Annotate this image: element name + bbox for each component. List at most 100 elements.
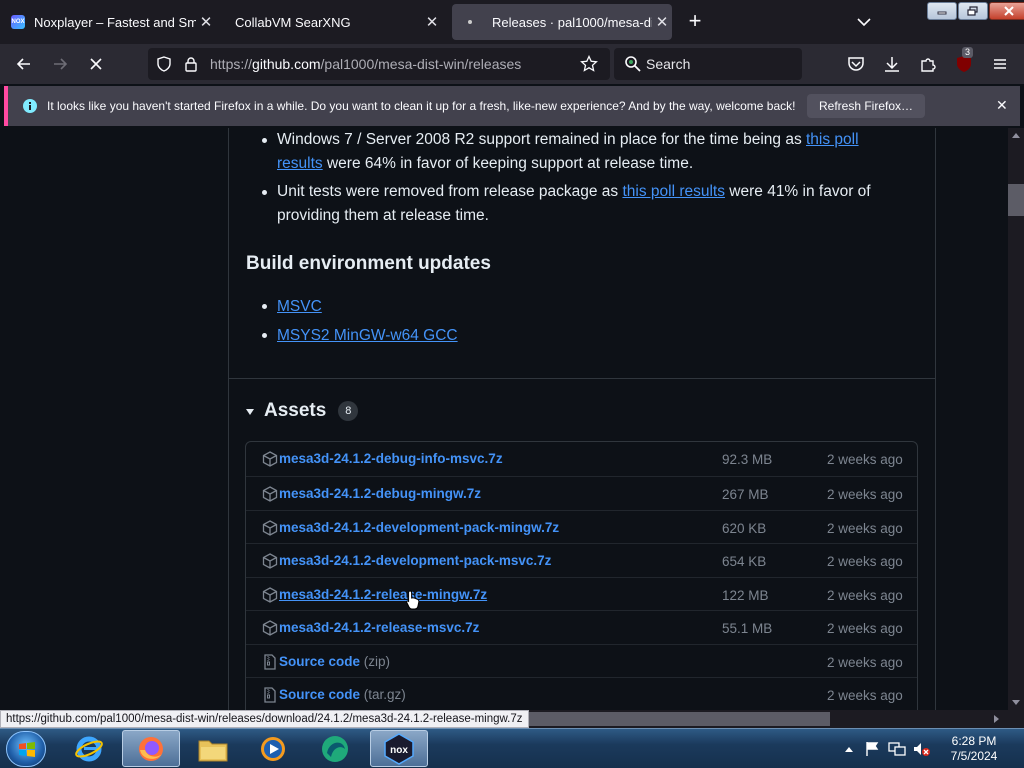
hand-pointer-cursor-icon <box>406 590 420 610</box>
downloads-button[interactable] <box>880 52 904 76</box>
assets-toggle[interactable]: Assets 8 <box>244 400 359 422</box>
pocket-button[interactable] <box>844 52 868 76</box>
network-icon[interactable] <box>888 741 906 757</box>
scrollbar-thumb[interactable] <box>1008 184 1024 216</box>
forward-button[interactable] <box>48 52 72 76</box>
package-icon <box>262 486 278 502</box>
divider <box>228 378 936 379</box>
close-icon <box>1004 6 1014 16</box>
new-tab-button[interactable]: + <box>684 10 706 32</box>
tab-title: Releases · pal1000/mesa-dist-w <box>492 14 652 30</box>
shield-icon[interactable] <box>156 56 172 72</box>
asset-date: 2 weeks ago <box>827 588 903 603</box>
app-menu-button[interactable] <box>988 52 1012 76</box>
table-row: mesa3d-24.1.2-development-pack-msvc.7z 6… <box>246 543 917 577</box>
tab-noxplayer[interactable]: NOX Noxplayer – Fastest and Smooth ✕ <box>0 4 216 40</box>
asset-date: 2 weeks ago <box>827 452 903 467</box>
close-tab-icon[interactable]: ✕ <box>652 13 672 31</box>
info-icon <box>23 99 37 113</box>
poll-results-link[interactable]: this poll results <box>622 183 725 200</box>
refresh-firefox-notification: It looks like you haven't started Firefo… <box>4 86 1020 126</box>
download-icon <box>885 57 899 72</box>
package-icon <box>262 620 278 636</box>
back-button[interactable] <box>12 52 36 76</box>
asset-date: 2 weeks ago <box>827 554 903 569</box>
search-label: Search <box>646 56 691 72</box>
search-bar[interactable]: Search <box>614 48 802 80</box>
list-item: Unit tests were removed from release pac… <box>260 180 900 228</box>
asset-size: 55.1 MB <box>722 621 773 636</box>
action-center-flag-icon[interactable] <box>864 741 880 757</box>
tab-releases[interactable]: Releases · pal1000/mesa-dist-w ✕ <box>452 4 672 40</box>
asset-link-format: (tar.gz) <box>360 687 406 702</box>
url-path: /pal1000/mesa-dist-win/releases <box>320 56 522 72</box>
list-item: MSVC <box>260 292 458 321</box>
table-row: mesa3d-24.1.2-release-msvc.7z 55.1 MB 2 … <box>246 610 917 644</box>
asset-link[interactable]: mesa3d-24.1.2-release-msvc.7z <box>279 620 479 635</box>
asset-link[interactable]: mesa3d-24.1.2-debug-info-msvc.7z <box>279 451 503 466</box>
loading-dot-icon <box>462 14 478 30</box>
navigation-toolbar: https://github.com/pal1000/mesa-dist-win… <box>0 44 1024 84</box>
windows-logo-icon <box>19 742 35 757</box>
tab-strip: NOX Noxplayer – Fastest and Smooth ✕ Col… <box>0 0 1024 44</box>
scroll-right-icon[interactable] <box>994 715 1000 723</box>
table-row: mesa3d-24.1.2-debug-mingw.7z 267 MB 2 we… <box>246 476 917 510</box>
refresh-firefox-button[interactable]: Refresh Firefox… <box>807 94 926 118</box>
close-tab-icon[interactable]: ✕ <box>422 13 442 31</box>
extensions-button[interactable] <box>916 52 940 76</box>
list-all-tabs-button[interactable] <box>854 12 874 32</box>
asset-link[interactable]: mesa3d-24.1.2-release-mingw.7z <box>279 587 487 602</box>
scroll-up-icon[interactable] <box>1012 132 1020 138</box>
url-text[interactable]: https://github.com/pal1000/mesa-dist-win… <box>210 56 521 72</box>
nox-icon[interactable]: nox <box>370 730 428 767</box>
minimize-button[interactable] <box>927 2 957 20</box>
msys2-link[interactable]: MSYS2 MinGW-w64 GCC <box>277 327 458 344</box>
build-environment-list: MSVC MSYS2 MinGW-w64 GCC <box>260 292 458 350</box>
table-row: mesa3d-24.1.2-debug-info-msvc.7z 92.3 MB… <box>246 442 917 476</box>
note-text: were 64% in favor of keeping support at … <box>322 155 694 172</box>
close-notification-icon[interactable]: ✕ <box>996 97 1008 114</box>
volume-muted-icon[interactable] <box>912 741 932 757</box>
url-host: github.com <box>252 56 321 72</box>
msvc-link[interactable]: MSVC <box>277 298 322 315</box>
nox-icon: NOX <box>10 14 26 30</box>
file-explorer-icon[interactable] <box>184 730 242 767</box>
file-zip-icon <box>264 654 276 670</box>
table-row: mesa3d-24.1.2-development-pack-mingw.7z … <box>246 510 917 544</box>
extension-badge: 3 <box>962 47 974 58</box>
lock-icon[interactable] <box>184 56 198 72</box>
scroll-down-icon[interactable] <box>1012 700 1020 706</box>
table-row: Source code (tar.gz) 2 weeks ago <box>246 677 917 710</box>
bookmark-star-icon[interactable] <box>580 55 598 73</box>
collabvm-icon[interactable] <box>306 730 364 767</box>
internet-explorer-icon[interactable] <box>60 730 118 767</box>
firefox-icon[interactable] <box>122 730 180 767</box>
url-bar[interactable]: https://github.com/pal1000/mesa-dist-win… <box>148 48 610 80</box>
note-text: Unit tests were removed from release pac… <box>277 183 623 200</box>
vertical-scrollbar[interactable] <box>1008 128 1024 710</box>
asset-link[interactable]: mesa3d-24.1.2-development-pack-mingw.7z <box>279 520 559 535</box>
assets-title: Assets <box>264 400 327 421</box>
arrow-right-icon <box>54 58 68 70</box>
source-code-zip-link[interactable]: Source code (zip) <box>279 654 390 669</box>
tab-collabvm-searxng[interactable]: CollabVM SearXNG ✕ <box>226 4 442 40</box>
asset-link-label: Source code <box>279 654 361 669</box>
arrow-left-icon <box>16 58 30 70</box>
asset-link[interactable]: mesa3d-24.1.2-development-pack-msvc.7z <box>279 553 551 568</box>
list-item: MSYS2 MinGW-w64 GCC <box>260 321 458 350</box>
stop-x-icon <box>90 58 102 70</box>
minimize-icon <box>937 11 947 15</box>
show-hidden-icons-icon[interactable] <box>844 745 854 753</box>
asset-link[interactable]: mesa3d-24.1.2-debug-mingw.7z <box>279 486 481 501</box>
restore-button[interactable] <box>958 2 988 20</box>
package-icon <box>262 553 278 569</box>
stop-loading-button[interactable] <box>84 52 108 76</box>
build-environment-heading: Build environment updates <box>246 253 491 274</box>
source-code-targz-link[interactable]: Source code (tar.gz) <box>279 687 406 702</box>
clock[interactable]: 6:28 PM 7/5/2024 <box>944 734 1004 764</box>
media-player-icon[interactable] <box>244 730 302 767</box>
ublock-button[interactable]: 3 <box>952 47 976 76</box>
start-button[interactable] <box>6 731 46 767</box>
close-window-button[interactable] <box>989 2 1024 20</box>
close-tab-icon[interactable]: ✕ <box>196 13 216 31</box>
